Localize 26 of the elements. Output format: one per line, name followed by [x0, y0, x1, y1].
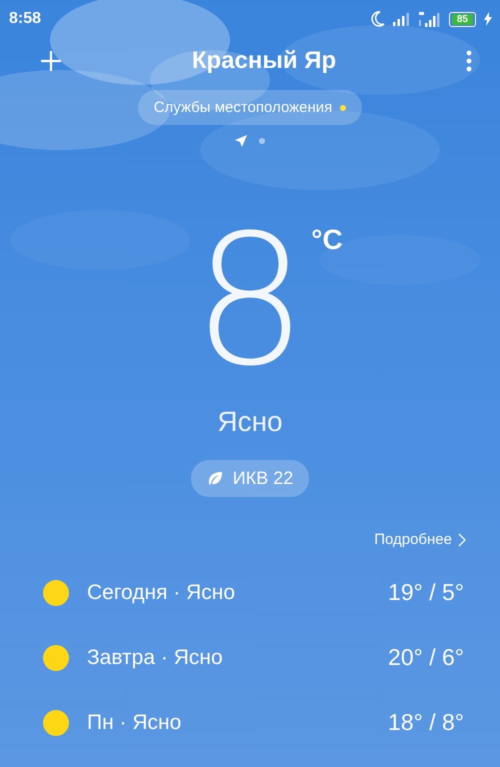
temperature-unit: °C	[311, 224, 343, 256]
leaf-icon	[206, 470, 223, 486]
battery-indicator: 85	[448, 12, 476, 26]
forecast-day: Пн · Ясно	[87, 710, 182, 734]
current-condition: Ясно	[217, 406, 283, 438]
forecast-temps: 19° / 5°	[388, 579, 464, 606]
charging-icon	[484, 12, 492, 26]
forecast-temps: 18° / 8°	[388, 709, 464, 736]
signal-icon	[392, 12, 411, 26]
location-arrow-icon[interactable]	[235, 135, 247, 147]
signal-4g-icon	[418, 11, 441, 27]
forecast-day: Сегодня · Ясно	[87, 580, 236, 604]
forecast-temps: 20° / 6°	[388, 644, 464, 671]
page-dot-icon[interactable]	[259, 138, 265, 144]
status-time: 8:58	[9, 10, 42, 28]
location-services-pill[interactable]: Службы местоположения	[138, 90, 362, 125]
city-title: Красный Яр	[192, 47, 336, 75]
air-quality-pill[interactable]: ИКВ 22	[190, 460, 310, 497]
add-icon[interactable]	[40, 50, 62, 72]
more-menu-icon[interactable]	[466, 50, 472, 72]
details-link[interactable]: Подробнее	[374, 531, 466, 548]
status-dot-icon	[340, 104, 346, 110]
current-temperature: 8	[192, 222, 308, 382]
chevron-right-icon	[458, 532, 466, 546]
moon-icon	[370, 11, 385, 27]
forecast-day: Завтра · Ясно	[87, 646, 223, 670]
